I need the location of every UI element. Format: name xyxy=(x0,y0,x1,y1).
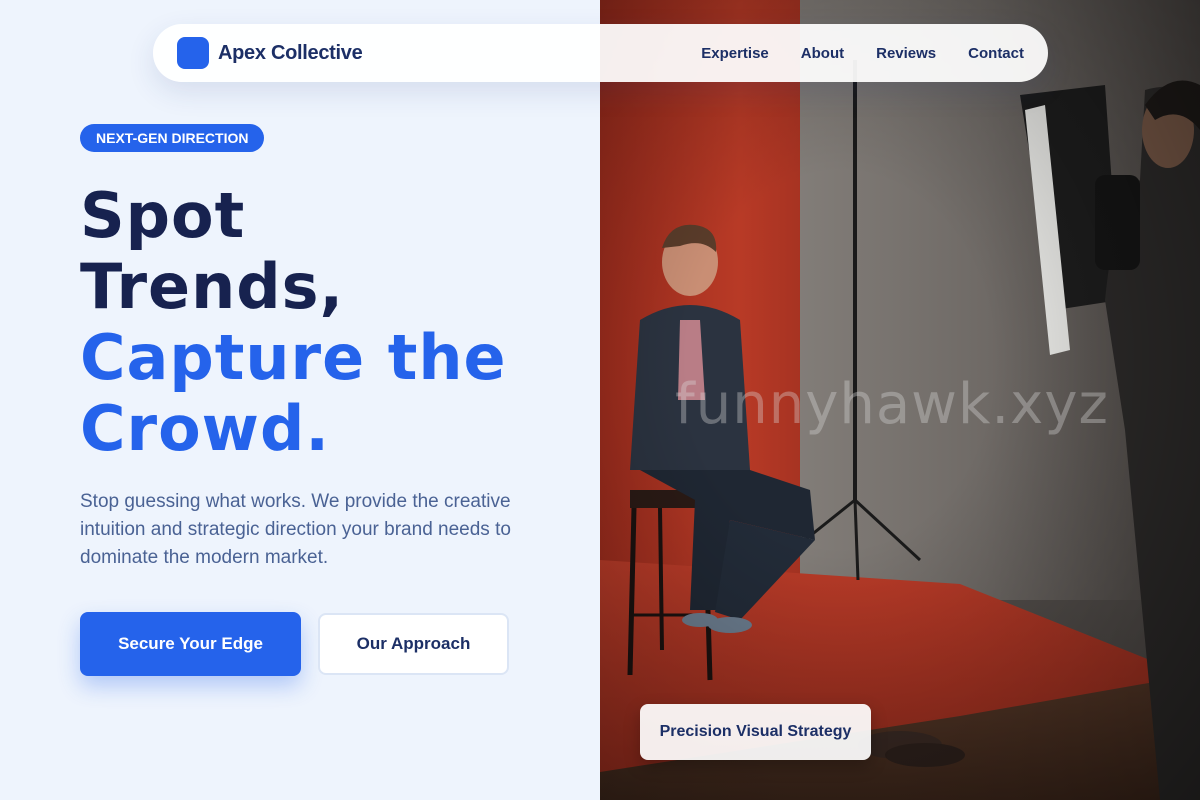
nav-link-reviews[interactable]: Reviews xyxy=(876,45,936,62)
brand-name[interactable]: Apex Collective xyxy=(218,42,363,65)
headline-line-2: Trends, xyxy=(80,250,345,323)
headline-line-3: Capture the xyxy=(80,321,507,394)
hero-headline: Spot Trends, Capture the Crowd. xyxy=(80,180,580,464)
logo-icon[interactable] xyxy=(177,37,209,69)
photo-badge: Precision Visual Strategy xyxy=(640,704,871,760)
headline-line-1: Spot xyxy=(80,179,246,252)
hero-subtext: Stop guessing what works. We provide the… xyxy=(80,491,511,568)
our-approach-button[interactable]: Our Approach xyxy=(318,613,509,675)
watermark-text: funnyhawk.xyz xyxy=(675,372,1109,437)
hero-tag-badge: NEXT-GEN DIRECTION xyxy=(80,124,265,152)
secure-your-edge-button[interactable]: Secure Your Edge xyxy=(80,612,301,676)
nav-link-expertise[interactable]: Expertise xyxy=(701,45,769,62)
nav-link-about[interactable]: About xyxy=(801,45,844,62)
nav-link-contact[interactable]: Contact xyxy=(968,45,1024,62)
headline-line-4: Crowd. xyxy=(80,392,330,465)
nav-links: Expertise About Reviews Contact xyxy=(701,45,1024,62)
top-nav: Apex Collective Expertise About Reviews … xyxy=(153,24,1048,82)
